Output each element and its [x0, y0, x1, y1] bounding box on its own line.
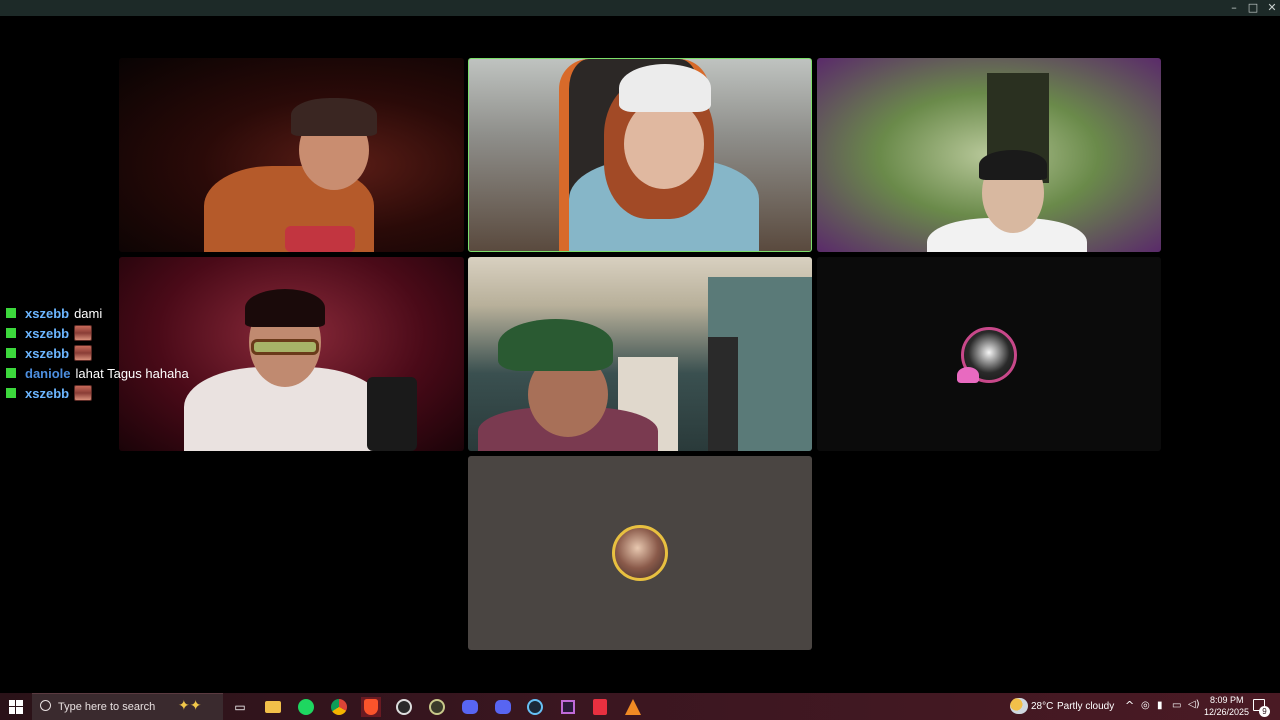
notification-count-badge: 9 — [1259, 706, 1270, 717]
vlc-icon[interactable] — [623, 697, 643, 717]
weather-icon[interactable] — [1010, 698, 1028, 714]
taskbar: Type here to search ✦✦ ▭ 28°C Partly clo… — [0, 693, 1280, 720]
microphone — [285, 226, 355, 252]
chat-message: xszebb — [6, 383, 266, 403]
participant-avatar — [612, 525, 668, 581]
participant-tile-3[interactable] — [817, 58, 1161, 252]
search-box[interactable]: Type here to search ✦✦ — [32, 693, 223, 720]
chevron-up-icon[interactable]: ^ — [1125, 699, 1134, 712]
emote-icon — [74, 345, 93, 361]
task-view-icon[interactable]: ▭ — [230, 697, 250, 717]
kick-badge-icon — [6, 348, 16, 358]
sparkle-icon: ✦✦ — [178, 698, 202, 714]
minimize-button[interactable]: – — [1225, 1, 1243, 15]
volume-icon[interactable]: ◁) — [1188, 699, 1200, 710]
chrome-icon[interactable] — [329, 697, 349, 717]
green-cap — [498, 319, 613, 371]
clock-date[interactable]: 12/26/2025 — [1204, 707, 1249, 717]
kick-badge-icon — [6, 308, 16, 318]
participant-tile-5[interactable] — [468, 257, 812, 451]
weather-temp[interactable]: 28°C — [1031, 701, 1053, 712]
kick-badge-icon — [6, 328, 16, 338]
monitor-arm — [708, 337, 738, 451]
chat-username[interactable]: xszebb — [25, 306, 69, 321]
obs-icon[interactable] — [394, 697, 414, 717]
participant-hair — [979, 150, 1047, 180]
steam-icon[interactable] — [525, 697, 545, 717]
chat-username[interactable]: daniole — [25, 366, 71, 381]
chat-text: dami — [74, 305, 103, 321]
brave-icon[interactable] — [361, 697, 381, 717]
participant-tile-1[interactable] — [119, 58, 464, 252]
chat-username[interactable]: xszebb — [25, 346, 69, 361]
discord-ptb-icon[interactable] — [460, 697, 480, 717]
emote-icon — [74, 385, 93, 401]
window-titlebar: – □ ✕ — [0, 0, 1280, 16]
wifi-icon[interactable]: ▭ — [1172, 700, 1181, 711]
search-input[interactable]: Type here to search — [58, 701, 155, 713]
start-icon[interactable] — [6, 697, 26, 717]
app-icon[interactable] — [427, 697, 447, 717]
white-cap — [619, 64, 711, 112]
vscode-icon[interactable] — [558, 697, 578, 717]
weather-desc[interactable]: Partly cloudy — [1057, 701, 1114, 712]
participant-head — [624, 99, 704, 189]
search-icon — [40, 700, 51, 711]
microphone-icon[interactable]: ▮ — [1157, 700, 1163, 711]
kick-badge-icon — [6, 388, 16, 398]
maximize-button[interactable]: □ — [1244, 1, 1262, 15]
emote-icon — [74, 325, 93, 341]
participant-tile-6[interactable] — [817, 257, 1161, 451]
snail-icon — [957, 367, 979, 383]
cap — [291, 98, 377, 136]
chat-overlay: xszebb dami xszebb xszebb daniole lahat … — [6, 303, 266, 403]
clock-time[interactable]: 8:09 PM — [1210, 695, 1244, 705]
microphone — [367, 377, 417, 451]
chat-message: xszebb — [6, 323, 266, 343]
discord-icon[interactable] — [493, 697, 513, 717]
participant-tile-2[interactable] — [468, 58, 812, 252]
chat-username[interactable]: xszebb — [25, 326, 69, 341]
network-status-icon[interactable]: ◎ — [1141, 700, 1150, 711]
chat-message: xszebb — [6, 343, 266, 363]
brave-beta-icon[interactable] — [590, 697, 610, 717]
participant-tile-7[interactable] — [468, 456, 812, 650]
chat-message: xszebb dami — [6, 303, 266, 323]
spotify-icon[interactable] — [296, 697, 316, 717]
chat-username[interactable]: xszebb — [25, 386, 69, 401]
close-button[interactable]: ✕ — [1263, 1, 1280, 15]
chat-text: lahat Tagus hahaha — [75, 365, 189, 381]
chat-message: daniole lahat Tagus hahaha — [6, 363, 266, 383]
kick-badge-icon — [6, 368, 16, 378]
file-explorer-icon[interactable] — [263, 697, 283, 717]
